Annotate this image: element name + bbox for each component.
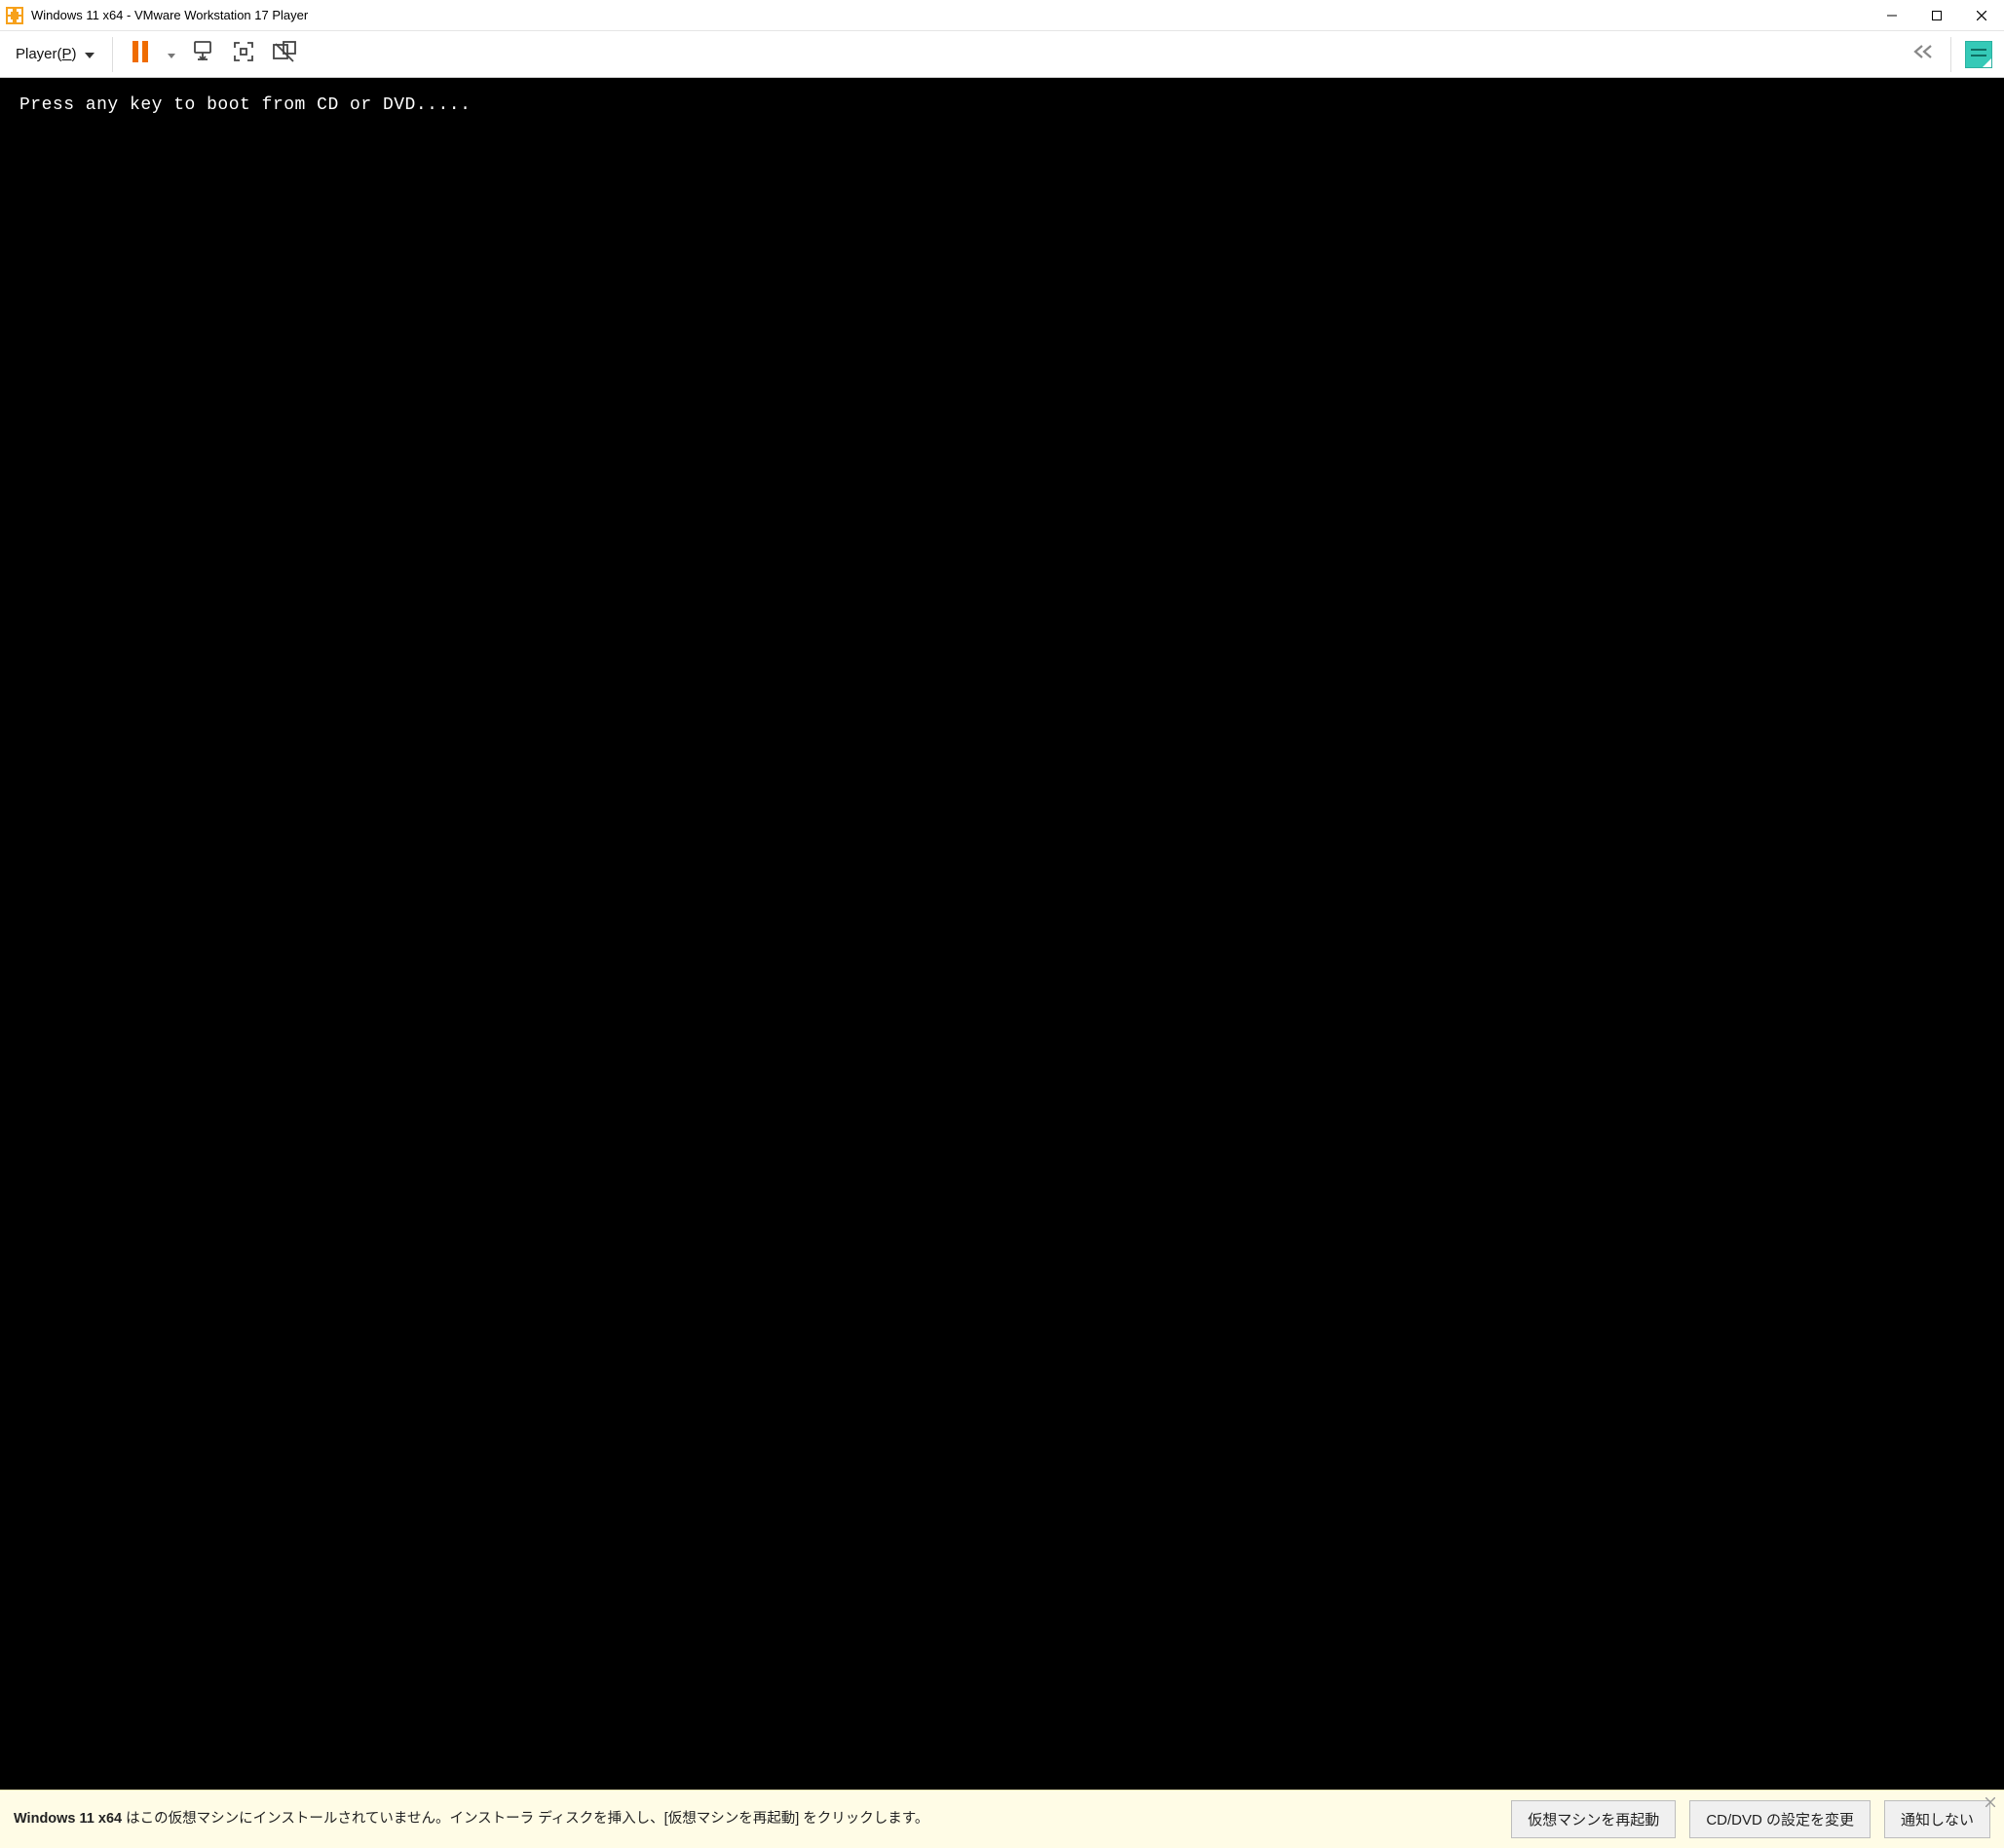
restart-vm-button[interactable]: 仮想マシンを再起動 (1511, 1800, 1676, 1838)
window-maximize-button[interactable] (1914, 0, 1959, 31)
double-chevron-left-icon (1912, 45, 1934, 63)
change-cddvd-settings-button[interactable]: CD/DVD の設定を変更 (1689, 1800, 1871, 1838)
vmware-app-icon (6, 7, 23, 24)
unity-icon (272, 40, 297, 68)
pause-vm-button[interactable] (121, 35, 160, 74)
fullscreen-icon (232, 40, 255, 68)
toolbar-separator (112, 37, 113, 72)
window-close-button[interactable] (1959, 0, 2004, 31)
toolbar: Player(P) (0, 31, 2004, 78)
dismiss-notification-button[interactable]: 通知しない (1884, 1800, 1990, 1838)
pause-icon (131, 40, 150, 68)
notification-message: Windows 11 x64 はこの仮想マシンにインストールされていません。イン… (14, 1809, 1497, 1830)
fullscreen-button[interactable] (224, 35, 263, 74)
collapse-sidebar-button[interactable] (1904, 35, 1943, 74)
titlebar: Windows 11 x64 - VMware Workstation 17 P… (0, 0, 2004, 31)
window-minimize-button[interactable] (1870, 0, 1914, 31)
notes-button[interactable] (1959, 35, 1998, 74)
notification-bar: Windows 11 x64 はこの仮想マシンにインストールされていません。イン… (0, 1790, 2004, 1848)
notes-icon (1965, 41, 1992, 68)
toolbar-separator (1950, 37, 1951, 72)
chevron-down-icon (168, 46, 175, 63)
player-menu-label: Player(P) (16, 46, 77, 62)
window-title: Windows 11 x64 - VMware Workstation 17 P… (31, 8, 308, 22)
console-text: Press any key to boot from CD or DVD....… (19, 95, 471, 115)
send-ctrl-alt-del-button[interactable] (183, 35, 222, 74)
chevron-down-icon (85, 46, 95, 62)
player-menu-button[interactable]: Player(P) (6, 40, 104, 68)
send-cad-icon (191, 40, 214, 68)
close-notification-icon[interactable] (1983, 1794, 1998, 1810)
power-dropdown-button[interactable] (162, 35, 181, 74)
notification-vm-name: Windows 11 x64 (14, 1811, 122, 1827)
vm-console[interactable]: Press any key to boot from CD or DVD....… (0, 78, 2004, 1790)
unity-mode-button[interactable] (265, 35, 304, 74)
